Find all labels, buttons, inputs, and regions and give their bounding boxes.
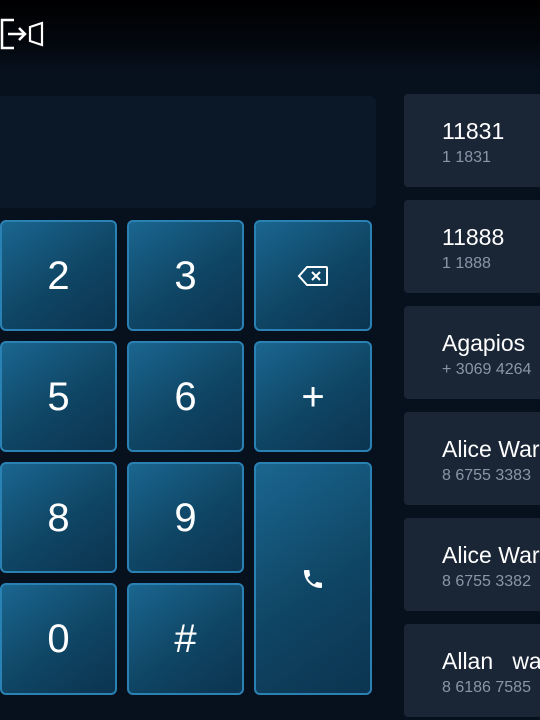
contact-number: 8 6755 3382 [442,573,531,590]
contact-item[interactable]: Alice War 8 6755 3383 [404,412,540,505]
key-hash[interactable]: # [127,583,244,695]
contact-name: Alice War [442,542,540,568]
key-5[interactable]: 5 [0,341,117,452]
backspace-button[interactable] [254,220,372,331]
key-2[interactable]: 2 [0,220,117,331]
contact-name: Agapios [442,330,526,356]
contact-name: Allan wa [442,648,540,674]
contact-number: 8 6186 7585 [442,679,531,696]
contact-name: Alice War [442,436,540,462]
phone-icon [304,569,322,588]
key-label: 8 [47,495,70,540]
contact-item[interactable]: Allan wa 8 6186 7585 [404,624,540,717]
key-9[interactable]: 9 [127,462,244,573]
contact-name: 11888 [442,224,505,250]
key-0[interactable]: 0 [0,583,117,695]
contact-item[interactable]: 11888 1 1888 [404,200,540,293]
contact-item[interactable]: Agapios + 3069 4264 [404,306,540,399]
contact-item[interactable]: Alice War 8 6755 3382 [404,518,540,611]
top-bar [0,0,540,72]
backspace-icon [297,265,328,286]
contact-number: 1 1831 [442,149,491,166]
key-6[interactable]: 6 [127,341,244,452]
key-label: 6 [174,374,197,419]
key-3[interactable]: 3 [127,220,244,331]
contact-number: 1 1888 [442,255,491,272]
key-label: 0 [47,617,70,661]
call-button[interactable] [254,462,372,695]
key-plus[interactable]: + [254,341,372,452]
contact-number: + 3069 4264 [442,361,532,378]
contact-name: 11831 [442,118,505,144]
key-label: + [301,374,325,419]
contact-item[interactable]: 11831 1 1831 [404,94,540,187]
dialed-number-display [0,96,376,208]
key-label: 2 [47,253,70,298]
key-label: 5 [47,374,70,419]
contact-list: 11831 1 1831 11888 1 1888 Agapios + 3069… [404,94,540,720]
key-label: # [174,617,197,661]
key-label: 3 [174,253,197,298]
exit-icon[interactable] [0,18,44,52]
key-label: 9 [174,495,197,540]
key-8[interactable]: 8 [0,462,117,573]
contact-number: 8 6755 3383 [442,467,531,484]
